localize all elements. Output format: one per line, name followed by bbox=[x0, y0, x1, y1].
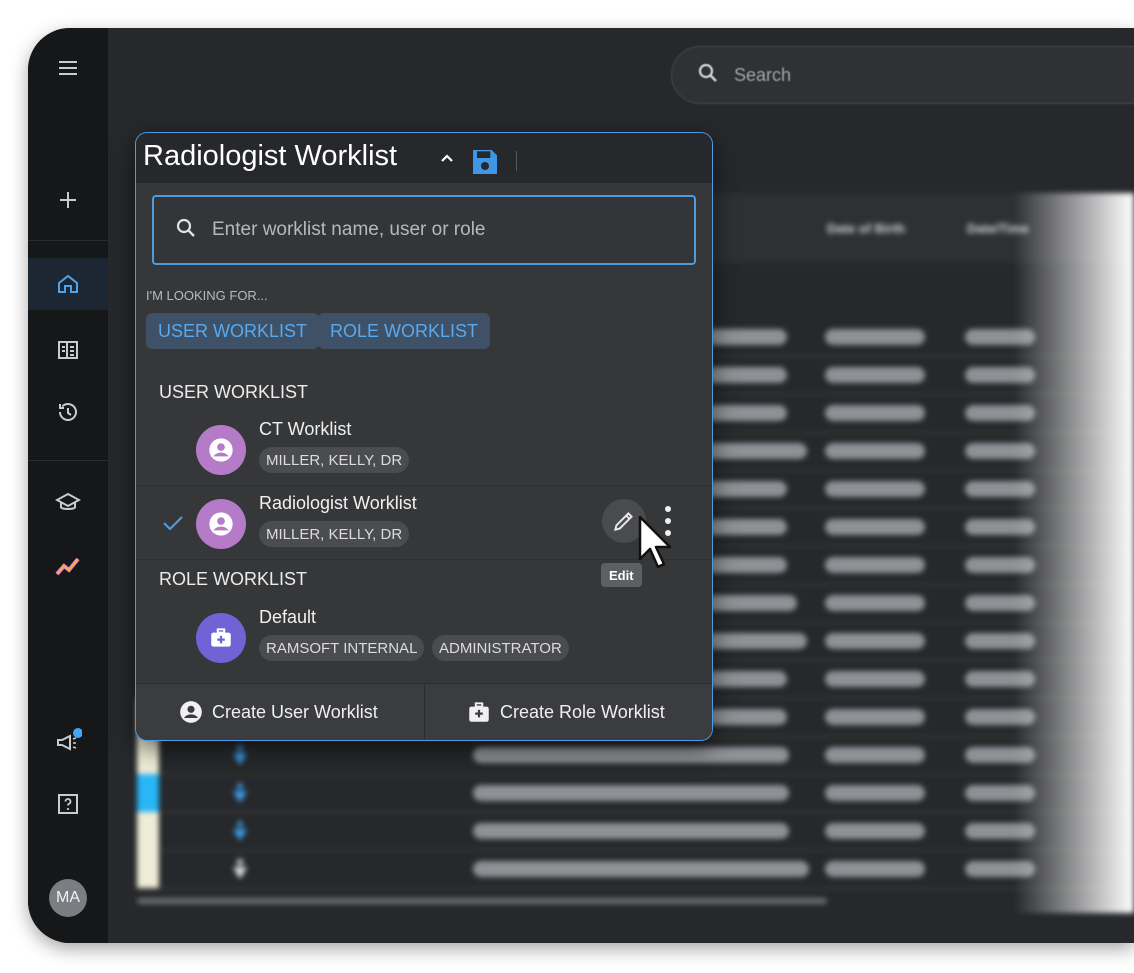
top-bar: Search bbox=[108, 28, 1134, 128]
sidebar: MA bbox=[28, 28, 108, 943]
worklist-name: Radiologist Worklist bbox=[259, 493, 417, 513]
horizontal-scrollbar[interactable] bbox=[137, 898, 827, 904]
owner-tag: MILLER, KELLY, DR bbox=[259, 447, 410, 473]
user-avatar-icon bbox=[196, 499, 246, 549]
search-icon bbox=[696, 61, 720, 90]
worklist-footer: Create User Worklist Create Role Worklis… bbox=[136, 683, 712, 740]
chip-user-worklist[interactable]: USER WORKLIST bbox=[146, 313, 320, 349]
looking-for-label: I'M LOOKING FOR... bbox=[146, 288, 268, 303]
home-icon[interactable] bbox=[28, 258, 108, 310]
worklist-title[interactable]: Radiologist Worklist bbox=[143, 140, 397, 173]
help-icon[interactable] bbox=[28, 778, 108, 830]
user-circle-icon bbox=[178, 699, 204, 725]
list-item-default[interactable]: Default RAMSOFT INTERNAL ADMINISTRATOR bbox=[136, 603, 696, 673]
role-briefcase-icon bbox=[196, 613, 246, 663]
save-icon[interactable] bbox=[469, 146, 501, 183]
table-row[interactable] bbox=[137, 812, 1134, 851]
table-row[interactable] bbox=[137, 774, 1134, 813]
table-row[interactable] bbox=[137, 850, 1134, 889]
role-tag: ADMINISTRATOR bbox=[432, 635, 569, 661]
chevron-up-icon[interactable] bbox=[438, 149, 456, 172]
add-icon[interactable] bbox=[28, 174, 108, 226]
menu-icon[interactable] bbox=[28, 42, 108, 94]
create-user-worklist-button[interactable]: Create User Worklist bbox=[178, 684, 378, 740]
table-row[interactable] bbox=[137, 736, 1134, 775]
org-tag: RAMSOFT INTERNAL bbox=[259, 635, 425, 661]
create-role-worklist-label: Create Role Worklist bbox=[500, 701, 665, 722]
search-icon bbox=[174, 216, 198, 245]
role-worklist-heading: ROLE WORKLIST bbox=[159, 569, 308, 589]
search-placeholder: Search bbox=[734, 64, 792, 85]
worklist-header: Radiologist Worklist bbox=[136, 133, 712, 183]
worklist-dropdown: Radiologist Worklist I'M LOOKING FOR... … bbox=[135, 132, 713, 741]
worklist-search-field[interactable] bbox=[210, 218, 674, 242]
analytics-icon[interactable] bbox=[28, 540, 108, 592]
history-icon[interactable] bbox=[28, 386, 108, 438]
column-header-dob: Date of Birth bbox=[827, 221, 905, 236]
worklist-icon[interactable] bbox=[28, 324, 108, 376]
briefcase-icon bbox=[466, 699, 492, 725]
user-avatar-icon bbox=[196, 425, 246, 475]
announcements-icon[interactable] bbox=[28, 716, 108, 768]
list-item-ct-worklist[interactable]: CT Worklist MILLER, KELLY, DR bbox=[136, 415, 696, 485]
teaching-icon[interactable] bbox=[28, 476, 108, 528]
chip-role-worklist[interactable]: ROLE WORKLIST bbox=[318, 313, 491, 349]
worklist-name: CT Worklist bbox=[259, 419, 352, 439]
check-icon bbox=[161, 513, 185, 538]
column-header-datetime: Date/Time bbox=[967, 221, 1029, 236]
owner-tag: MILLER, KELLY, DR bbox=[259, 521, 410, 547]
mouse-cursor-icon bbox=[636, 513, 676, 578]
create-role-worklist-button[interactable]: Create Role Worklist bbox=[466, 684, 665, 740]
create-user-worklist-label: Create User Worklist bbox=[212, 701, 378, 722]
user-worklist-heading: USER WORKLIST bbox=[159, 382, 309, 402]
worklist-search-input[interactable] bbox=[152, 195, 696, 265]
avatar[interactable]: MA bbox=[49, 879, 87, 917]
search-bar[interactable]: Search bbox=[671, 46, 1134, 104]
worklist-name: Default bbox=[259, 607, 317, 627]
